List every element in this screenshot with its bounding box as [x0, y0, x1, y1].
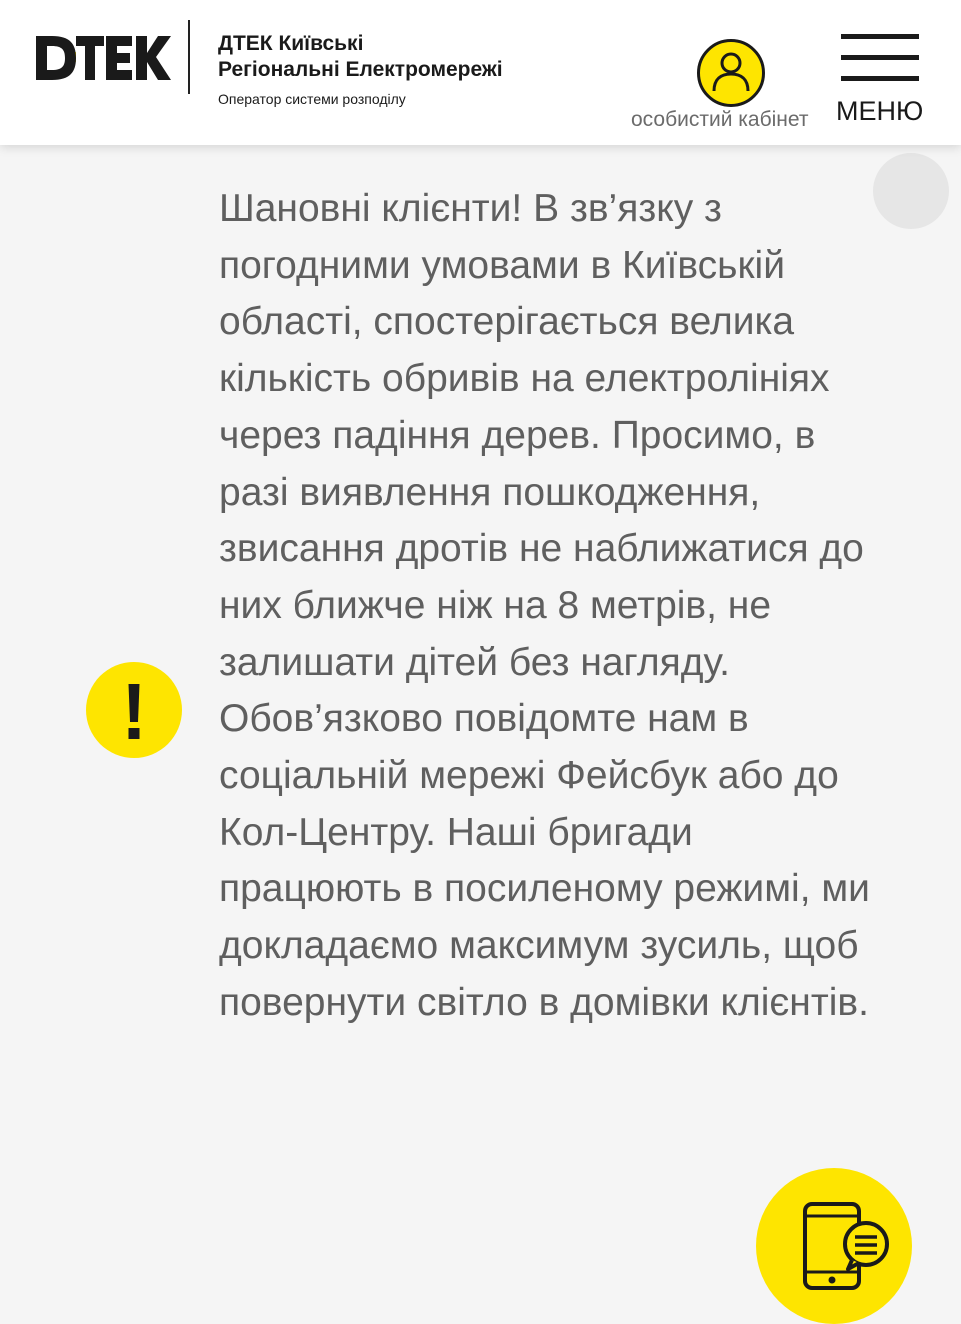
hamburger-bar-bottom — [841, 76, 919, 81]
phone-chat-icon — [803, 1202, 889, 1290]
hamburger-bar-middle — [841, 55, 919, 60]
site-header: ДТЕК Київські Регіональні Електромережі … — [0, 0, 961, 145]
notice-text: Шановні клієнти! В зв’язку з погодними у… — [219, 187, 870, 1024]
company-name-line2: Регіональні Електромережі — [218, 58, 503, 81]
company-subtitle: Оператор системи розподілу — [218, 91, 406, 107]
exclamation-icon — [128, 684, 140, 739]
menu-button[interactable]: МЕНЮ — [836, 30, 926, 130]
logo-divider — [188, 20, 190, 94]
company-name: ДТЕК Київські Регіональні Електромережі — [218, 31, 503, 83]
close-icon[interactable] — [873, 153, 949, 229]
company-name-line1: ДТЕК Київські — [218, 32, 364, 55]
menu-label: МЕНЮ — [836, 96, 924, 126]
dtek-logo[interactable] — [36, 32, 172, 84]
alert-badge — [86, 662, 182, 758]
chat-button[interactable] — [756, 1168, 912, 1324]
personal-cabinet-link[interactable]: особистий кабінет — [631, 108, 809, 132]
hamburger-icon — [841, 34, 919, 39]
user-icon[interactable] — [697, 39, 765, 107]
